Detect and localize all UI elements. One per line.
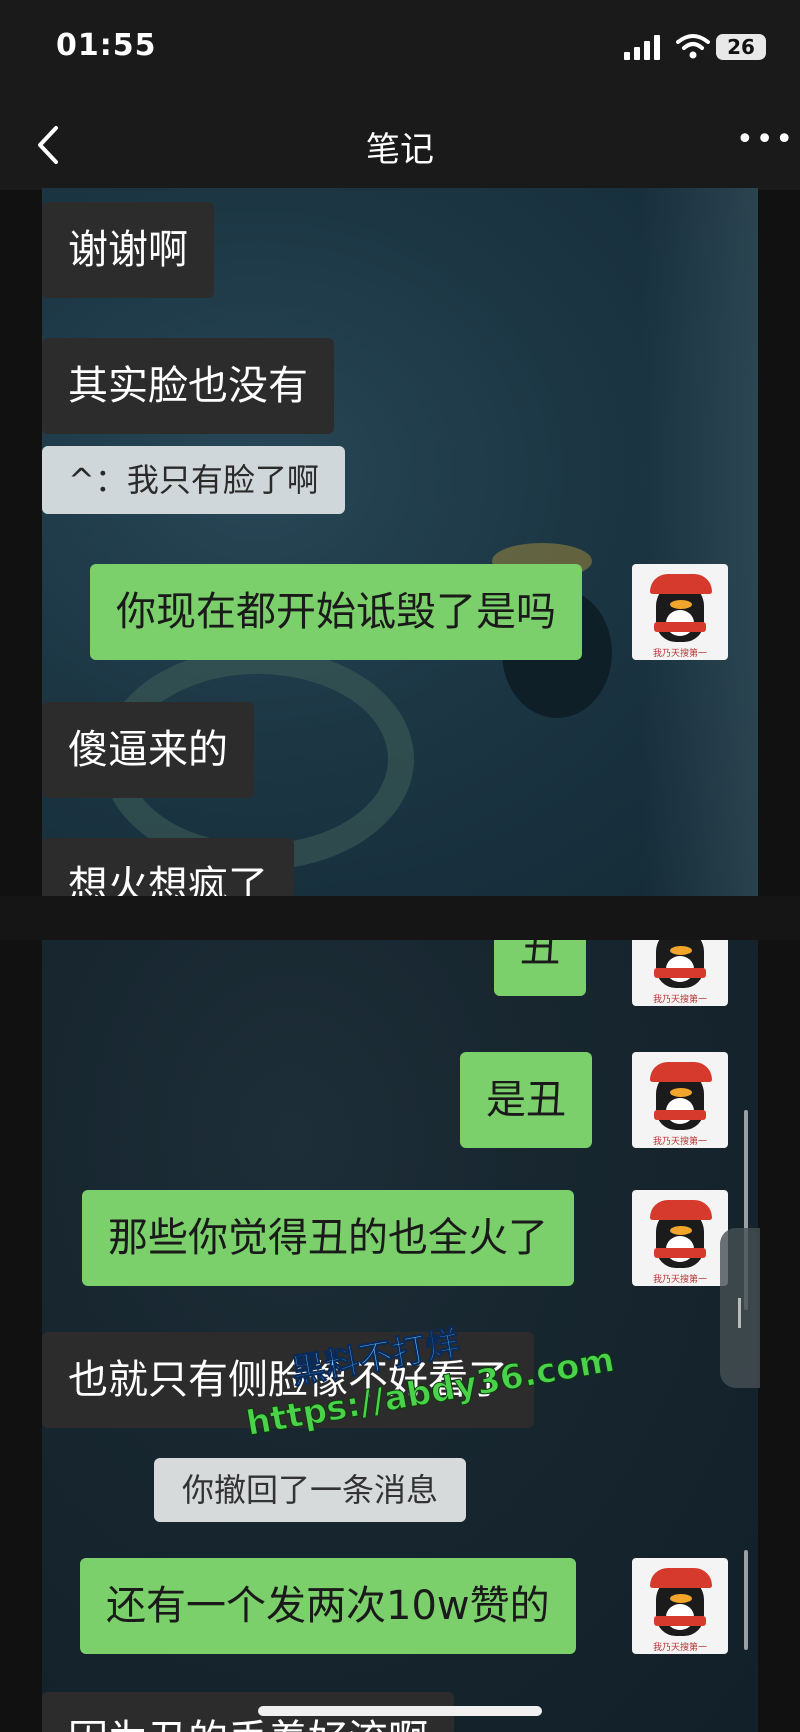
sent-message: 丑 [494, 940, 586, 996]
avatar: 我乃天搜第一 [632, 1052, 728, 1148]
home-indicator[interactable] [258, 1706, 542, 1716]
received-message: 谢谢啊 [42, 202, 214, 298]
page-title: 笔记 [366, 130, 434, 170]
avatar-caption: 我乃天搜第一 [652, 649, 707, 659]
battery-indicator: 26 [716, 34, 766, 60]
status-bar: 01:55 26 [0, 0, 800, 100]
nav-bar: 笔记 ••• [0, 100, 800, 190]
sent-message: 还有一个发两次10w赞的 [80, 1558, 576, 1654]
avatar: 我乃天搜第一 [632, 564, 728, 660]
avatar: 我乃天搜第一 [632, 1558, 728, 1654]
avatar-caption: 我乃天搜第一 [652, 1137, 707, 1147]
screenshot-divider [0, 896, 800, 940]
recall-notice: 你撤回了一条消息 [154, 1458, 467, 1522]
sent-message: 是丑 [460, 1052, 592, 1148]
wifi-icon [676, 34, 710, 59]
scrollbar[interactable] [744, 1550, 748, 1650]
received-message: 傻逼来的 [42, 702, 254, 798]
sent-message: 那些你觉得丑的也全火了 [82, 1190, 574, 1286]
received-message: 其实脸也没有 [42, 338, 334, 434]
scroll-handle[interactable] [720, 1228, 760, 1388]
quoted-message: ^：我只有脸了啊 [42, 446, 345, 514]
more-options-icon[interactable]: ••• [736, 125, 793, 160]
status-time: 01:55 [56, 28, 157, 63]
background-decoration [642, 188, 758, 896]
avatar-caption: 我乃天搜第一 [652, 1275, 707, 1285]
avatar: 我乃天搜第一 [632, 940, 728, 1006]
avatar-caption: 我乃天搜第一 [652, 1643, 707, 1653]
sent-message: 你现在都开始诋毁了是吗 [90, 564, 582, 660]
avatar: 我乃天搜第一 [632, 1190, 728, 1286]
chat-screenshot-1: 谢谢啊 其实脸也没有 ^：我只有脸了啊 你现在都开始诋毁了是吗 我乃天搜第一 傻… [42, 188, 758, 896]
avatar-caption: 我乃天搜第一 [652, 995, 707, 1005]
received-message: 想火想疯了 [42, 838, 294, 896]
cellular-signal-icon [624, 34, 664, 60]
